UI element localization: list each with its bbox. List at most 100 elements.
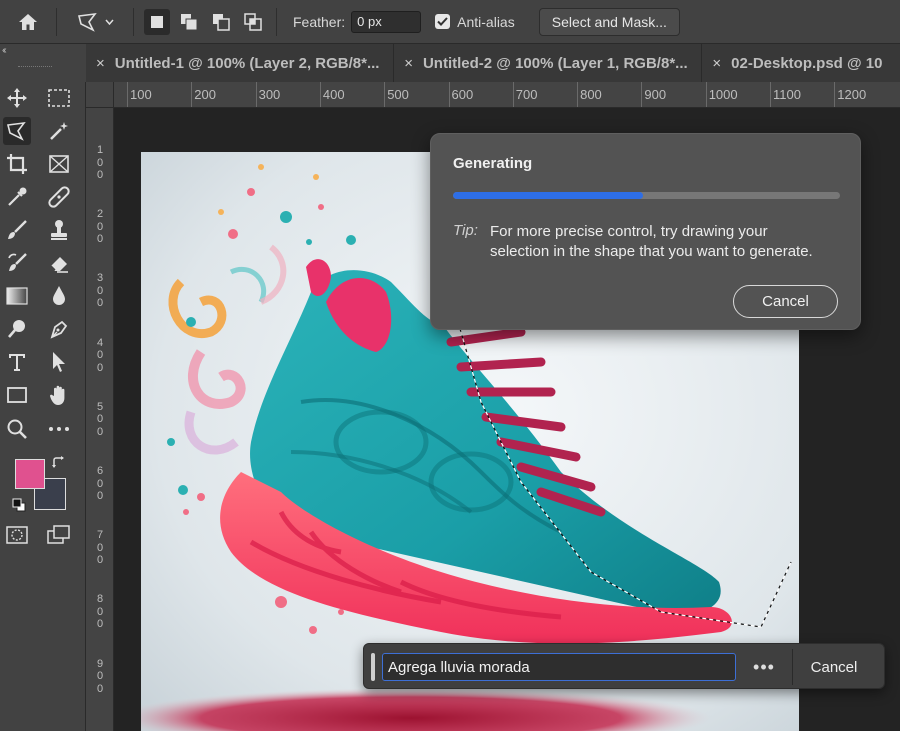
- ruler-label: 200: [194, 87, 216, 102]
- move-icon: [7, 88, 27, 108]
- cancel-generate-button[interactable]: Cancel: [733, 285, 838, 318]
- ruler-label: 700: [515, 87, 538, 102]
- move-tool[interactable]: [3, 84, 31, 112]
- screen-mode-button[interactable]: [45, 521, 73, 549]
- select-and-mask-button[interactable]: Select and Mask...: [538, 7, 680, 36]
- zoom-tool[interactable]: [3, 415, 31, 443]
- antialias-label: Anti-alias: [457, 13, 515, 30]
- close-icon[interactable]: ×: [96, 55, 105, 72]
- eyedropper-tool[interactable]: [3, 183, 31, 211]
- collapse-panel-button[interactable]: ‹‹: [2, 45, 6, 56]
- quick-mask-icon: [6, 526, 28, 544]
- magnifier-icon: [7, 419, 27, 439]
- magic-wand-icon: [50, 122, 68, 140]
- frame-icon: [49, 155, 69, 173]
- frame-tool[interactable]: [45, 150, 73, 178]
- swap-colors-button[interactable]: [49, 453, 69, 473]
- prompt-input[interactable]: Agrega lluvia morada: [382, 653, 736, 681]
- more-icon: [49, 427, 69, 431]
- eyedropper-icon: [8, 187, 27, 206]
- tip-text: For more precise control, try drawing yo…: [490, 223, 813, 260]
- ruler-label: 700: [96, 529, 104, 567]
- ruler-label: 900: [96, 657, 104, 695]
- new-selection-icon: [151, 15, 163, 28]
- polygonal-lasso-tool[interactable]: [3, 117, 31, 145]
- ruler-label: 500: [387, 87, 409, 102]
- toolbar-header: ‹‹: [0, 44, 86, 82]
- magic-wand-tool[interactable]: [45, 117, 73, 145]
- options-bar: Feather: 0 px Anti-alias Select and Mask…: [0, 0, 900, 44]
- progress-bar: [453, 192, 840, 199]
- add-to-selection-button[interactable]: [176, 9, 202, 35]
- type-tool[interactable]: [3, 348, 31, 376]
- antialias-checkbox[interactable]: [435, 14, 451, 29]
- polygonal-lasso-icon: [7, 121, 26, 141]
- toolbar-grip[interactable]: [18, 66, 52, 68]
- add-to-selection-icon: [181, 13, 198, 30]
- pen-tool[interactable]: [45, 315, 73, 343]
- arrow-cursor-icon: [53, 352, 65, 372]
- dodge-icon: [8, 320, 25, 338]
- default-colors-icon: [12, 498, 26, 512]
- feather-input[interactable]: 0 px: [351, 10, 422, 33]
- tab-02-desktop[interactable]: × 02-Desktop.psd @ 10: [702, 44, 900, 82]
- clone-stamp-tool[interactable]: [45, 216, 73, 244]
- more-options-button[interactable]: •••: [748, 653, 780, 681]
- dodge-tool[interactable]: [3, 315, 31, 343]
- tab-label: Untitled-1 @ 100% (Layer 2, RGB/8*...: [114, 54, 380, 72]
- ruler-label: 800: [580, 87, 602, 102]
- subtract-from-selection-button[interactable]: [208, 9, 234, 35]
- dialog-title: Generating: [453, 155, 533, 172]
- intersect-selection-button[interactable]: [240, 9, 266, 35]
- water-drop-icon: [53, 286, 65, 305]
- rectangle-tool[interactable]: [3, 381, 31, 409]
- ruler-tick: [641, 82, 643, 107]
- chevron-down-icon: [104, 19, 114, 25]
- tool-preset-picker[interactable]: [57, 0, 133, 44]
- ruler-label: 1100: [773, 87, 801, 102]
- home-button[interactable]: [0, 0, 56, 44]
- polygonal-lasso-icon: [77, 12, 97, 32]
- type-icon: [9, 354, 25, 371]
- crop-tool[interactable]: [3, 150, 31, 178]
- bandage-icon: [48, 186, 70, 208]
- ruler-corner: [86, 82, 114, 108]
- quick-mask-button[interactable]: [3, 521, 31, 549]
- gradient-tool[interactable]: [3, 282, 31, 310]
- blur-tool[interactable]: [45, 282, 73, 310]
- cancel-button[interactable]: Cancel: [800, 653, 868, 681]
- ruler-tick: [191, 82, 193, 107]
- ruler-tick: [448, 82, 450, 107]
- path-selection-tool[interactable]: [45, 348, 73, 376]
- home-icon: [19, 13, 37, 30]
- generating-dialog: Generating Tip: For more precise control…: [430, 133, 861, 330]
- document-tabs: × Untitled-1 @ 100% (Layer 2, RGB/8*... …: [86, 44, 900, 82]
- tab-untitled-1[interactable]: × Untitled-1 @ 100% (Layer 2, RGB/8*...: [86, 44, 395, 82]
- marquee-tool[interactable]: [45, 84, 73, 112]
- rectangular-marquee-icon: [48, 89, 70, 107]
- new-selection-button[interactable]: [144, 8, 170, 35]
- contextual-task-bar: Agrega lluvia morada ••• Cancel: [363, 643, 885, 689]
- close-icon[interactable]: ×: [712, 55, 721, 72]
- foreground-color-swatch[interactable]: [15, 459, 45, 489]
- hand-tool[interactable]: [45, 381, 73, 409]
- close-icon[interactable]: ×: [404, 55, 413, 72]
- brush-tool[interactable]: [3, 216, 31, 244]
- progress-fill: [453, 192, 643, 199]
- checkmark-icon: [437, 17, 448, 26]
- ruler-label: 600: [96, 465, 104, 502]
- intersect-selection-icon: [244, 12, 262, 31]
- healing-brush-tool[interactable]: [45, 183, 73, 211]
- drag-handle[interactable]: [371, 653, 375, 681]
- default-colors-button[interactable]: [10, 496, 28, 514]
- horizontal-ruler: 100 200 300 400 500 600 700 800 900 1000 1100 1200: [114, 82, 900, 108]
- tab-untitled-2[interactable]: × Untitled-2 @ 100% (Layer 1, RGB/8*...: [394, 44, 703, 82]
- eraser-tool[interactable]: [45, 249, 73, 277]
- eraser-icon: [50, 257, 68, 273]
- history-brush-tool[interactable]: [3, 249, 31, 277]
- brush-icon: [8, 220, 27, 239]
- more-tools[interactable]: [45, 415, 73, 443]
- stamp-icon: [51, 220, 67, 240]
- antialias-control: Anti-alias: [421, 14, 515, 30]
- ruler-tick: [577, 82, 579, 107]
